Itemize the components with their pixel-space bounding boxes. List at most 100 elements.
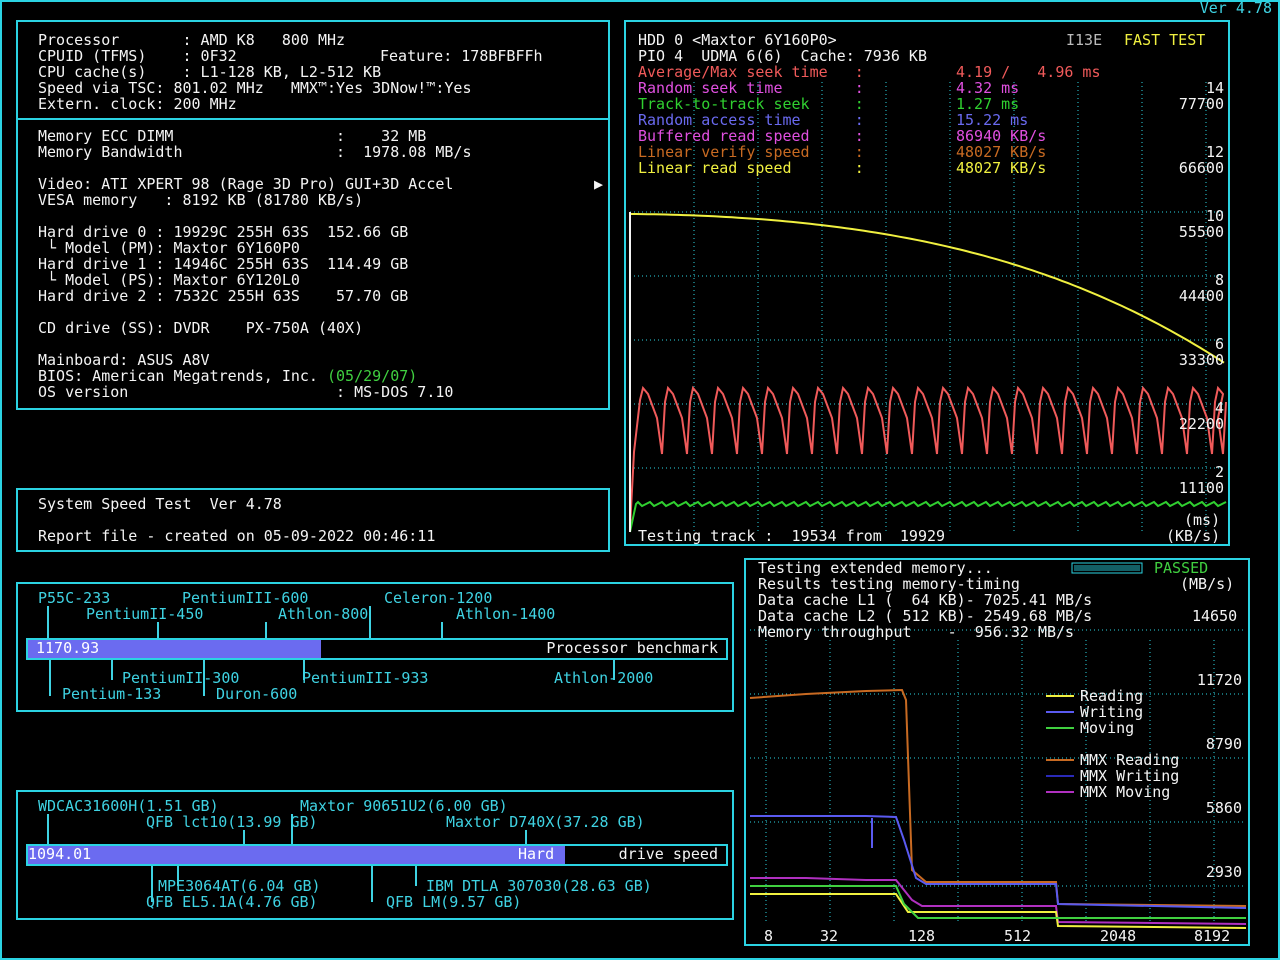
mmx-reading-curve (749, 688, 1247, 907)
cpuid-line: CPUID (TFMS) : 0F32 (38, 47, 237, 65)
hdd-metric-label: Track-to-track seek : (638, 95, 864, 113)
memory-x-tick: 512 (1004, 927, 1032, 945)
memory-x-tick: 2048 (1100, 927, 1137, 945)
memory-throughput-line: Memory throughput - 956.32 MB/s (758, 623, 1075, 641)
hdd-kb-tick: 44400 (1178, 287, 1224, 305)
hdd-kb-tick: 11100 (1178, 479, 1224, 497)
hd-benchmark-label: QFB lct10(13.99 GB) (146, 813, 318, 831)
cpu-benchmark-label: Duron-600 (216, 685, 298, 703)
hdd-header: HDD 0 <Maxtor 6Y160P0> (638, 31, 837, 49)
hd-benchmark-caption-bar: Hard (518, 845, 555, 863)
hdd-metric-value: 15.22 ms (956, 111, 1029, 129)
l2-cache-line: Data cache L2 ( 512 KB)- 2549.68 MB/s (758, 607, 1093, 625)
mainboard-line: Mainboard: ASUS A8V (38, 351, 210, 369)
hdd-metric-label: Linear read speed : (638, 159, 864, 177)
hd-benchmark-caption: drive speed (618, 845, 718, 863)
hd-benchmark-label: WDCAC31600H(1.51 GB) (38, 797, 219, 815)
os-version-line: OS version : MS-DOS 7.10 (38, 383, 454, 401)
cd-drive-line: CD drive (SS): DVDR PX-750A (40X) (38, 319, 364, 337)
cpu-benchmark-label: PentiumII-300 (122, 669, 240, 687)
hdd-test-panel: HDD 0 <Maxtor 6Y160P0> I13E FAST TEST PI… (624, 20, 1230, 546)
cpu-benchmark-label: Athlon-2000 (554, 669, 654, 687)
memory-y-tick: 8790 (1205, 735, 1242, 753)
hdd-metric-value: 48027 KB/s (956, 159, 1047, 177)
testing-track-line: Testing track : 19534 from 19929 (638, 527, 946, 545)
memory-legend-label: MMX Writing (1080, 767, 1180, 785)
seek-time-curve (629, 385, 1227, 529)
video-line: Video: ATI XPERT 98 (Rage 3D Pro) GUI+3D… (38, 176, 454, 192)
hdd-metric-label: Average/Max seek time : (638, 63, 864, 81)
memory-y-tick: 11720 (1196, 671, 1242, 689)
i13e-label: I13E (1066, 31, 1103, 49)
feature-line: Feature: 178BFBFFh (380, 47, 543, 65)
memory-test-panel: Testing extended memory... PASSED Result… (744, 558, 1250, 946)
fast-test-label: FAST TEST (1124, 31, 1206, 49)
hdd-kb-tick: 22200 (1178, 415, 1224, 433)
overflow-arrow-icon: ▶ (594, 175, 604, 193)
report-panel: System Speed Test Ver 4.78 Report file -… (16, 488, 610, 552)
memory-x-tick: 128 (908, 927, 936, 945)
cpu-benchmark-label: Athlon-1400 (456, 605, 556, 623)
hdd-ms-tick: 14 (1205, 79, 1224, 97)
cpu-benchmark-caption: Processor benchmark (546, 639, 718, 657)
cpu-benchmark-bar: 1170.93 Processor benchmark (26, 638, 728, 660)
version-label: Ver 4.78 (1199, 0, 1272, 17)
memory-legend-label: Moving (1080, 719, 1135, 737)
hd-benchmark-label: IBM DTLA 307030(28.63 GB) (426, 877, 652, 895)
kbs-unit-label: (KB/s) (1166, 527, 1221, 545)
hdd-ms-tick: 6 (1214, 335, 1224, 353)
memory-legend-label: MMX Reading (1080, 751, 1180, 769)
hdd-metric-label: Linear verify speed : (638, 143, 864, 161)
memory-ecc-line: Memory ECC DIMM : 32 MB (38, 127, 427, 145)
hd-benchmark-fill (28, 846, 566, 864)
hard-drive-2-line: Hard drive 2 : 7532C 255H 63S 57.70 GB (38, 287, 409, 305)
hard-drive-0-line: Hard drive 0 : 19929C 255H 63S 152.66 GB (38, 223, 409, 241)
cpu-benchmark-label: PentiumIII-933 (302, 669, 429, 687)
ms-unit-label: (ms) (1184, 511, 1221, 529)
system-info-panel: Processor : AMD K8 800 MHz CPUID (TFMS) … (16, 20, 610, 410)
hdd-metric-label: Random access time : (638, 111, 864, 129)
memory-bandwidth-line: Memory Bandwidth : 1978.08 MB/s (38, 143, 472, 161)
hd-benchmark-bar: 1094.01 Hard drive speed (26, 844, 728, 866)
hdd-ms-tick: 4 (1214, 399, 1224, 417)
hd-benchmark-label: MPE3064AT(6.04 GB) (158, 877, 321, 895)
hdd-kb-tick: 66600 (1178, 159, 1224, 177)
hdd-kb-tick: 77700 (1178, 95, 1224, 113)
hdd-ms-tick: 2 (1214, 463, 1224, 481)
cpu-benchmark-label: P55C-233 (38, 589, 111, 607)
bios-line: BIOS: American Megatrends, Inc. (05/29/0… (38, 368, 417, 384)
cpu-cache-line: CPU cache(s) : L1-128 KB, L2-512 KB (38, 63, 382, 81)
hdd-metric-value: 48027 KB/s (956, 143, 1047, 161)
report-created: Report file - created on 05-09-2022 00:4… (38, 527, 436, 545)
hd-benchmark-label: Maxtor 90651U2(6.00 GB) (300, 797, 508, 815)
hdd-metric-value: 4.19 / 4.96 ms (956, 63, 1101, 81)
memory-x-tick: 8192 (1194, 927, 1231, 945)
system-info-divider (18, 118, 608, 120)
hard-drive-1-line: Hard drive 1 : 14946C 255H 63S 114.49 GB (38, 255, 409, 273)
pio-line: PIO 4 UDMA 6(6) Cache: 7936 KB (638, 47, 927, 65)
processor-line: Processor : AMD K8 800 MHz (38, 31, 346, 49)
hdd-ms-tick: 8 (1214, 271, 1224, 289)
hdd-ms-tick: 10 (1205, 207, 1224, 225)
hd-benchmark-label: QFB LM(9.57 GB) (386, 893, 522, 911)
extern-clock-line: Extern. clock: 200 MHz (38, 95, 237, 113)
cpu-benchmark-label: PentiumIII-600 (182, 589, 309, 607)
hdd-metric-value: 4.32 ms (956, 79, 1020, 97)
memory-test-line: Testing extended memory... (758, 559, 993, 577)
hdd-metric-label: Buffered read speed : (638, 127, 864, 145)
hdd-ms-tick: 12 (1205, 143, 1224, 161)
memory-legend-label: MMX Moving (1080, 783, 1171, 801)
cpu-benchmark-label: Athlon-800 (278, 605, 369, 623)
hdd-metric-value: 86940 KB/s (956, 127, 1047, 145)
moving-curve (750, 885, 1246, 919)
hd-benchmark-panel: 1094.01 Hard drive speed WDCAC31600H(1.5… (16, 790, 734, 920)
passed-label: PASSED (1154, 559, 1209, 577)
hdd-kb-tick: 33300 (1178, 351, 1224, 369)
memory-x-tick: 8 (764, 927, 774, 945)
tsc-speed-line: Speed via TSC: 801.02 MHz MMX™:Yes 3DNow… (38, 79, 472, 97)
vesa-line: VESA memory : 8192 KB (81780 KB/s) (38, 191, 364, 209)
cpu-benchmark-label: Celeron-1200 (384, 589, 493, 607)
memory-x-tick: 32 (820, 927, 839, 945)
hard-drive-0-model: └ Model (PM): Maxtor 6Y160P0 (38, 239, 300, 257)
cpu-benchmark-label: Pentium-133 (62, 685, 162, 703)
